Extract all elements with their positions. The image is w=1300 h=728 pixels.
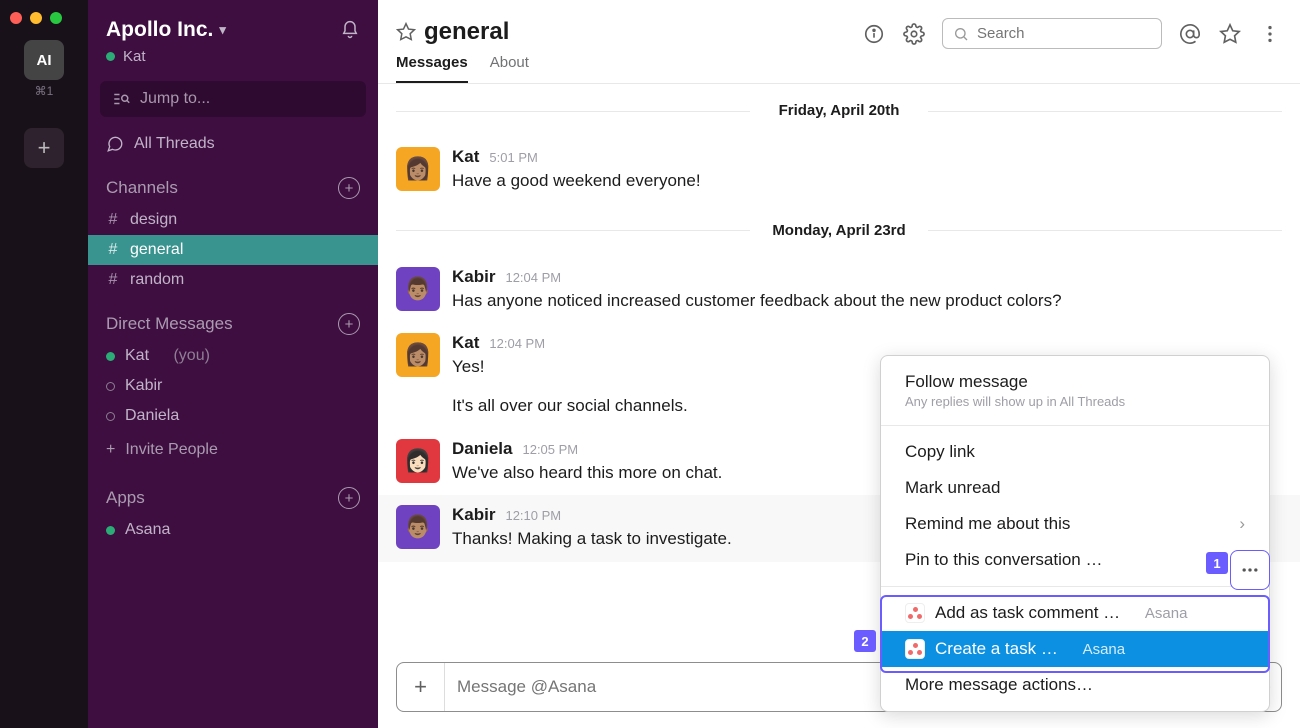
menu-more-actions[interactable]: More message actions… xyxy=(881,667,1269,703)
mentions-icon[interactable] xyxy=(1178,22,1202,46)
info-icon[interactable] xyxy=(862,22,886,46)
menu-mark-unread[interactable]: Mark unread xyxy=(881,470,1269,506)
add-workspace-button[interactable]: + xyxy=(24,128,64,168)
message-row[interactable]: 👨🏽 Kabir 12:04 PM Has anyone noticed incr… xyxy=(396,257,1282,324)
message-text: Have a good weekend everyone! xyxy=(452,169,1282,194)
message-time: 5:01 PM xyxy=(489,150,537,165)
workspace-name[interactable]: Apollo Inc.▾ xyxy=(106,18,226,42)
app-asana[interactable]: Asana xyxy=(88,515,378,545)
date-divider: Monday, April 23rd xyxy=(396,222,1282,239)
channels-section-header[interactable]: Channels + xyxy=(88,159,378,205)
dm-daniela[interactable]: Daniela xyxy=(88,401,378,431)
app-root: AI ⌘1 + Apollo Inc.▾ Kat Jump to... xyxy=(0,0,1300,728)
message-author[interactable]: Kat xyxy=(452,147,479,167)
avatar[interactable]: 👨🏽 xyxy=(396,505,440,549)
menu-remind-me[interactable]: Remind me about this› xyxy=(881,506,1269,542)
current-user[interactable]: Kat xyxy=(88,48,378,81)
avatar[interactable]: 👩🏽 xyxy=(396,147,440,191)
hash-icon: # xyxy=(106,241,120,259)
maximize-window-icon[interactable] xyxy=(50,12,62,24)
tab-messages[interactable]: Messages xyxy=(396,54,468,83)
message-time: 12:04 PM xyxy=(489,336,545,351)
apps-section-header[interactable]: Apps + xyxy=(88,469,378,515)
channel-design[interactable]: #design xyxy=(88,205,378,235)
workspace-shortcut: ⌘1 xyxy=(35,84,54,98)
attach-button[interactable]: + xyxy=(397,663,445,711)
search-box[interactable] xyxy=(942,18,1162,49)
callout-number: 2 xyxy=(854,630,876,652)
message-text: Has anyone noticed increased customer fe… xyxy=(452,289,1282,314)
chevron-down-icon: ▾ xyxy=(219,22,226,38)
channel-random[interactable]: #random xyxy=(88,265,378,295)
message-author[interactable]: Kabir xyxy=(452,505,495,525)
channel-name: general xyxy=(424,18,509,46)
search-icon xyxy=(953,26,969,42)
close-window-icon[interactable] xyxy=(10,12,22,24)
chevron-right-icon: › xyxy=(1239,514,1245,534)
search-input[interactable] xyxy=(977,25,1151,42)
workspace-switcher[interactable]: AI xyxy=(24,40,64,80)
asana-icon xyxy=(905,603,925,623)
star-icon[interactable] xyxy=(396,22,416,42)
sidebar: Apollo Inc.▾ Kat Jump to... All Threads … xyxy=(88,0,378,728)
plus-icon: + xyxy=(106,441,115,459)
menu-create-task[interactable]: Create a task … Asana xyxy=(881,631,1269,667)
presence-online-icon xyxy=(106,526,115,535)
message-author[interactable]: Kat xyxy=(452,333,479,353)
add-app-button[interactable]: + xyxy=(338,487,360,509)
message-author[interactable]: Daniela xyxy=(452,439,512,459)
avatar[interactable]: 👩🏽 xyxy=(396,333,440,377)
channel-header: general Messages About xyxy=(378,0,1300,84)
message-time: 12:10 PM xyxy=(505,508,561,523)
menu-add-task-comment[interactable]: Add as task comment … Asana xyxy=(881,595,1269,631)
presence-online-icon xyxy=(106,52,115,61)
invite-people[interactable]: +Invite People xyxy=(88,431,378,469)
message-time: 12:04 PM xyxy=(505,270,561,285)
main-panel: general Messages About Friday, xyxy=(378,0,1300,728)
avatar[interactable]: 👩🏻 xyxy=(396,439,440,483)
message-author[interactable]: Kabir xyxy=(452,267,495,287)
header-actions xyxy=(862,18,1282,49)
dm-section-header[interactable]: Direct Messages + xyxy=(88,295,378,341)
add-dm-button[interactable]: + xyxy=(338,313,360,335)
dm-kabir[interactable]: Kabir xyxy=(88,371,378,401)
add-channel-button[interactable]: + xyxy=(338,177,360,199)
more-vertical-icon[interactable] xyxy=(1258,22,1282,46)
avatar[interactable]: 👨🏽 xyxy=(396,267,440,311)
message-more-button[interactable] xyxy=(1230,550,1270,590)
date-divider: Friday, April 20th xyxy=(396,102,1282,119)
presence-online-icon xyxy=(106,352,115,361)
hash-icon: # xyxy=(106,211,120,229)
tab-about[interactable]: About xyxy=(490,54,529,83)
window-controls xyxy=(0,6,72,40)
channel-general[interactable]: #general xyxy=(88,235,378,265)
message-time: 12:05 PM xyxy=(522,442,578,457)
workspace-rail: AI ⌘1 + xyxy=(0,0,88,728)
notifications-icon[interactable] xyxy=(340,20,360,40)
asana-icon xyxy=(905,639,925,659)
callout-number: 1 xyxy=(1206,552,1228,574)
presence-offline-icon xyxy=(106,382,115,391)
menu-copy-link[interactable]: Copy link xyxy=(881,434,1269,470)
threads-icon xyxy=(106,135,124,153)
minimize-window-icon[interactable] xyxy=(30,12,42,24)
all-threads[interactable]: All Threads xyxy=(88,129,378,159)
jump-to[interactable]: Jump to... xyxy=(100,81,366,117)
presence-offline-icon xyxy=(106,412,115,421)
search-list-icon xyxy=(112,90,130,108)
menu-follow-message[interactable]: Follow message Any replies will show up … xyxy=(881,364,1269,417)
dm-kat[interactable]: Kat (you) xyxy=(88,341,378,371)
message-row[interactable]: 👩🏽 Kat 5:01 PM Have a good weekend everyo… xyxy=(396,137,1282,204)
star-outline-icon[interactable] xyxy=(1218,22,1242,46)
hash-icon: # xyxy=(106,271,120,289)
message-actions-menu: Follow message Any replies will show up … xyxy=(880,355,1270,712)
gear-icon[interactable] xyxy=(902,22,926,46)
